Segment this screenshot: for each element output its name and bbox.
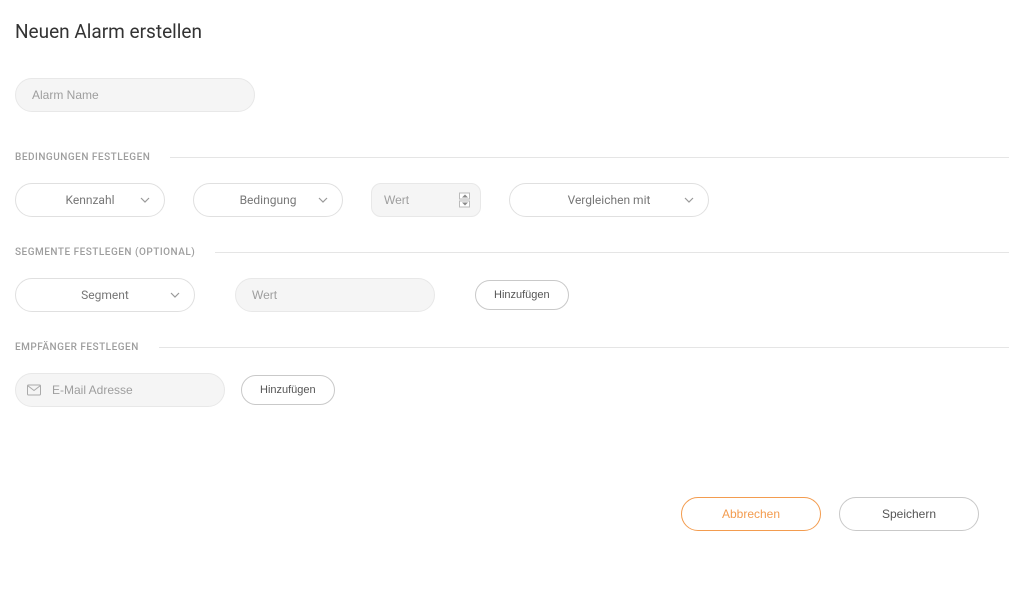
chevron-down-icon bbox=[684, 197, 694, 203]
recipients-header: EMPFÄNGER FESTLEGEN bbox=[15, 342, 159, 353]
add-recipient-button[interactable]: Hinzufügen bbox=[241, 375, 335, 405]
divider bbox=[215, 252, 1009, 253]
segment-value-input[interactable] bbox=[235, 278, 435, 312]
cancel-button[interactable]: Abbrechen bbox=[681, 497, 821, 531]
metric-dropdown[interactable]: Kennzahl bbox=[15, 183, 165, 217]
recipients-section: EMPFÄNGER FESTLEGEN Hinzufügen bbox=[15, 342, 1009, 407]
add-segment-button[interactable]: Hinzufügen bbox=[475, 280, 569, 310]
footer-actions: Abbrechen Speichern bbox=[15, 497, 1009, 531]
chevron-down-icon bbox=[318, 197, 328, 203]
compare-dropdown[interactable]: Vergleichen mit bbox=[509, 183, 709, 217]
segments-section: SEGMENTE FESTLEGEN (OPTIONAL) Segment Hi… bbox=[15, 247, 1009, 312]
divider bbox=[170, 157, 1009, 158]
stepper-up-button[interactable] bbox=[459, 193, 470, 200]
metric-dropdown-label: Kennzahl bbox=[65, 193, 114, 207]
value-number-input[interactable] bbox=[371, 183, 481, 217]
divider bbox=[159, 347, 1009, 348]
page-title: Neuen Alarm erstellen bbox=[15, 20, 1009, 43]
segment-dropdown[interactable]: Segment bbox=[15, 278, 195, 312]
chevron-down-icon bbox=[140, 197, 150, 203]
save-button[interactable]: Speichern bbox=[839, 497, 979, 531]
condition-dropdown-label: Bedingung bbox=[240, 193, 297, 207]
segment-dropdown-label: Segment bbox=[81, 288, 129, 302]
chevron-down-icon bbox=[170, 292, 180, 298]
segments-header: SEGMENTE FESTLEGEN (OPTIONAL) bbox=[15, 247, 215, 258]
email-input[interactable] bbox=[15, 373, 225, 407]
compare-dropdown-label: Vergleichen mit bbox=[568, 193, 651, 207]
condition-dropdown[interactable]: Bedingung bbox=[193, 183, 343, 217]
conditions-header: BEDINGUNGEN FESTLEGEN bbox=[15, 152, 170, 163]
number-stepper bbox=[459, 193, 470, 208]
alarm-name-input[interactable] bbox=[15, 78, 255, 112]
conditions-section: BEDINGUNGEN FESTLEGEN Kennzahl Bedingung bbox=[15, 152, 1009, 217]
stepper-down-button[interactable] bbox=[459, 201, 470, 208]
value-number-field[interactable] bbox=[384, 193, 444, 207]
